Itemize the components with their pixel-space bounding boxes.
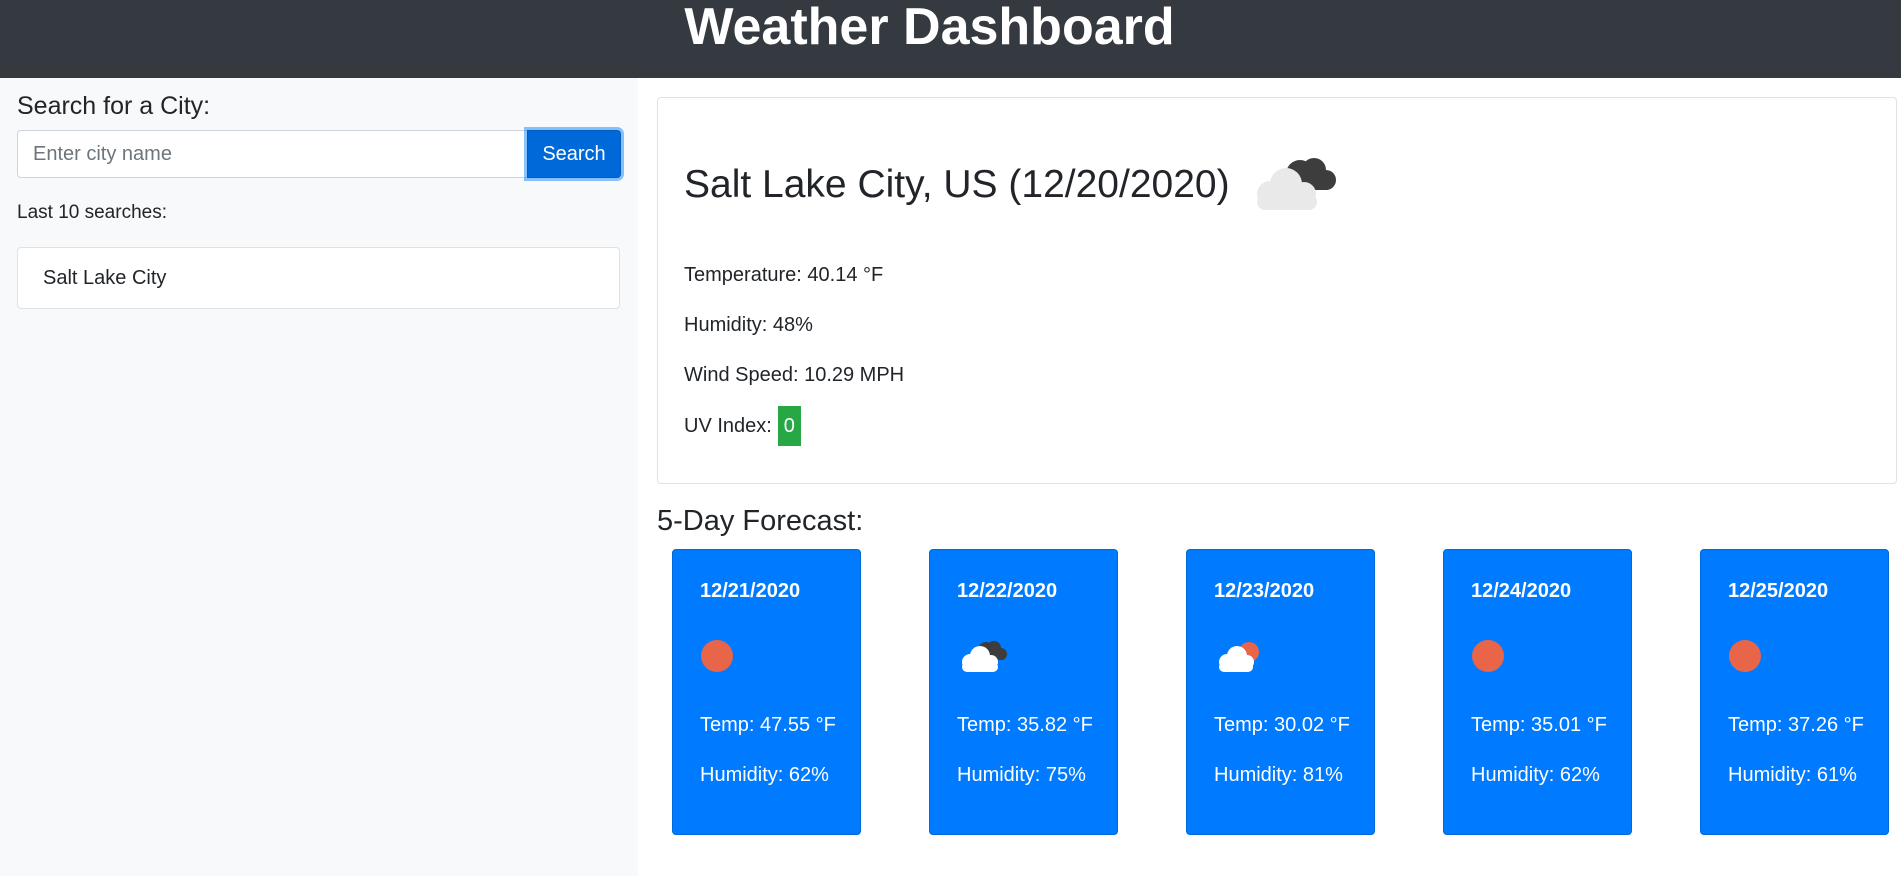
history-label: Last 10 searches: [17, 202, 167, 223]
current-wind-speed: Wind Speed: 10.29 MPH [684, 364, 905, 386]
current-title-row: Salt Lake City, US (12/20/2020) [684, 152, 1340, 217]
forecast-date: 12/23/2020 [1214, 580, 1315, 602]
current-temperature: Temperature: 40.14 °F [684, 264, 884, 286]
forecast-humidity: Humidity: 62% [700, 764, 829, 786]
current-uv-index: UV Index: 0 [684, 406, 801, 446]
forecast-card: 12/21/2020 Temp: 47.55 °F Humidity: 62% [672, 549, 861, 835]
clear-sky-icon [1470, 636, 1530, 681]
forecast-card: 12/24/2020 Temp: 35.01 °F Humidity: 62% [1443, 549, 1632, 835]
forecast-temp: Temp: 30.02 °F [1214, 714, 1350, 736]
forecast-temp: Temp: 47.55 °F [700, 714, 836, 736]
search-title: Search for a City: [17, 92, 211, 120]
forecast-humidity: Humidity: 62% [1471, 764, 1600, 786]
search-history-list: Salt Lake City [17, 247, 620, 309]
forecast-temp: Temp: 35.82 °F [957, 714, 1093, 736]
forecast-humidity: Humidity: 75% [957, 764, 1086, 786]
forecast-date: 12/21/2020 [700, 580, 801, 602]
forecast-card: 12/22/2020 Temp: 35.82 °F Humidity: 75% [929, 549, 1118, 835]
forecast-temp: Temp: 35.01 °F [1471, 714, 1607, 736]
city-search-input[interactable] [17, 130, 527, 178]
forecast-title: 5-Day Forecast: [657, 505, 864, 537]
broken-clouds-icon [956, 636, 1016, 681]
uv-index-badge: 0 [777, 406, 801, 446]
search-sidebar: Search for a City: Search Last 10 search… [0, 78, 638, 876]
forecast-card: 12/25/2020 Temp: 37.26 °F Humidity: 61% [1700, 549, 1889, 835]
clear-sky-icon [1727, 636, 1787, 681]
search-button[interactable]: Search [527, 130, 621, 178]
app-title: Weather Dashboard [684, 0, 1175, 56]
current-humidity: Humidity: 48% [684, 314, 813, 336]
clear-sky-icon [699, 636, 759, 681]
history-item[interactable]: Salt Lake City [17, 247, 620, 309]
search-form: Search [17, 130, 621, 178]
forecast-card: 12/23/2020 Temp: 30.02 °F Humidity: 81% [1186, 549, 1375, 835]
uv-index-label: UV Index: [684, 414, 772, 437]
broken-clouds-icon [1248, 152, 1340, 217]
app-header: Weather Dashboard [0, 0, 1901, 78]
forecast-humidity: Humidity: 61% [1728, 764, 1857, 786]
current-weather-card: Salt Lake City, US (12/20/2020) Temperat… [657, 97, 1897, 484]
few-clouds-icon [1213, 636, 1273, 681]
forecast-date: 12/22/2020 [957, 580, 1058, 602]
forecast-humidity: Humidity: 81% [1214, 764, 1343, 786]
current-city-title: Salt Lake City, US (12/20/2020) [684, 162, 1230, 206]
forecast-row: 12/21/2020 Temp: 47.55 °F Humidity: 62% … [672, 549, 1889, 835]
forecast-date: 12/25/2020 [1728, 580, 1829, 602]
forecast-temp: Temp: 37.26 °F [1728, 714, 1864, 736]
forecast-date: 12/24/2020 [1471, 580, 1572, 602]
